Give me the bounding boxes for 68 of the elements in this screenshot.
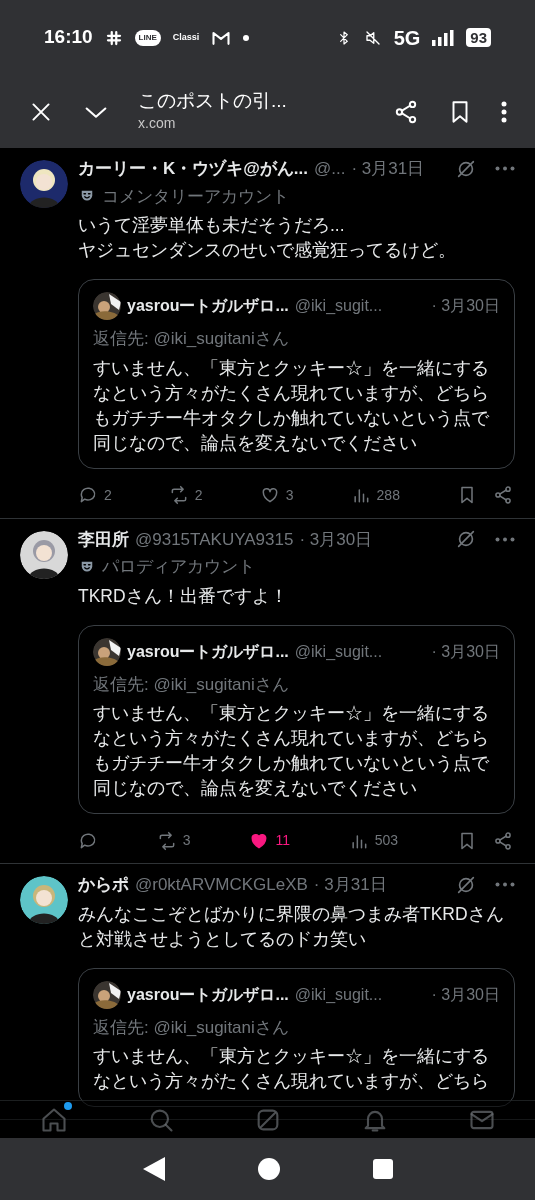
share-icon (493, 485, 513, 505)
post-text: TKRDさん！出番ですよ！ (78, 584, 289, 608)
share-icon (393, 98, 419, 125)
author-handle[interactable]: @... (314, 156, 346, 182)
more-icon[interactable] (495, 882, 515, 888)
post-date[interactable]: · 3月31日 (313, 872, 387, 898)
quoted-text: すいません、「東方とクッキー☆」を一緒にするなという方々がたくさん現れていますが、どちら (93, 1045, 490, 1093)
share-icon (492, 830, 513, 851)
reply-to: 返信先: @iki_sugitaniさん (93, 328, 290, 350)
author-name: yasrouートガルザロ... (127, 984, 289, 1005)
more-button[interactable] (501, 100, 507, 123)
views-button[interactable]: 288 (350, 484, 400, 506)
author-handle[interactable]: @9315TAKUYA9315 (135, 526, 294, 552)
author-name[interactable]: 李田所 (78, 526, 129, 552)
author-name[interactable]: カーリー・K・ウヅキ@がん... (78, 156, 309, 182)
account-label: パロディアカウント (102, 556, 255, 578)
author-handle[interactable]: @r0ktARVMCKGLeXB (135, 872, 308, 898)
post-date: · 3月30日 (431, 641, 500, 662)
quoted-post[interactable]: yasrouートガルザロ... @iki_sugit... · 3月30日 返信先: @iki_sugitaniさん すいません、「東方とクッキー☆」を一緒にするなという方々がたくさん現れていますが、どちらもガチチー牛オタクしか触れていないという点で同じなので、論点を変えないでください (78, 624, 515, 814)
quoted-post[interactable]: yasrouートガルザロ... @iki_sugit... · 3月30日 返信先: @iki_sugitaniさん すいません、「東方とクッキー☆」を一緒にするなという方々がたくさん現れていますが、どちら (78, 967, 515, 1107)
repost-button[interactable]: 2 (168, 484, 203, 506)
page-url: x.com (138, 114, 177, 133)
signal-icon (432, 29, 455, 46)
avatar[interactable] (20, 876, 68, 924)
post-date: · 3月30日 (431, 984, 500, 1005)
avatar[interactable] (93, 980, 121, 1009)
more-vertical-icon (501, 100, 507, 123)
post-date: · 3月30日 (431, 296, 500, 316)
hash-icon (104, 28, 123, 47)
network-type: 5G (393, 25, 421, 51)
avatar[interactable] (93, 292, 121, 320)
more-icon[interactable] (495, 166, 515, 172)
reply-to: 返信先: @iki_sugitaniさん (93, 673, 290, 696)
post-text: いうて淫夢単体も未だそうだろ... ヤジュセンダンスのせいで感覚狂ってるけど。 (78, 214, 457, 262)
avatar[interactable] (20, 160, 68, 208)
reply-to: 返信先: @iki_sugitaniさん (93, 1016, 290, 1039)
back-button[interactable] (142, 1157, 165, 1181)
post-date[interactable]: · 3月30日 (299, 526, 373, 552)
reply-button[interactable]: 2 (78, 484, 112, 506)
page-title: このポストの引... (138, 89, 288, 113)
like-button[interactable]: 11 (249, 830, 290, 851)
views-button[interactable]: 503 (348, 830, 399, 851)
account-label: コメンタリーアカウント (102, 185, 289, 208)
home-button[interactable] (257, 1158, 280, 1180)
author-handle: @iki_sugit... (294, 296, 383, 316)
author-handle: @iki_sugit... (294, 984, 383, 1005)
author-name: yasrouートガルザロ... (127, 641, 289, 662)
author-name: yasrouートガルザロ... (127, 296, 289, 316)
speech-bubble-icon (78, 485, 98, 505)
clock: 16:10 (44, 25, 93, 50)
quoted-text: すいません、「東方とクッキー☆」を一緒にするなという方々がたくさん現れていますが、どちらもガチチー牛オタクしか触れていないという点で同じなので、論点を変えないでください (93, 356, 490, 455)
like-button[interactable]: 3 (259, 484, 294, 506)
battery-indicator: 93 (466, 28, 491, 47)
triangle-icon (142, 1157, 165, 1181)
avatar[interactable] (93, 637, 121, 666)
share-button[interactable] (393, 98, 419, 125)
post-date[interactable]: · 3月31日 (351, 156, 425, 182)
more-icon[interactable] (495, 536, 515, 542)
author-name[interactable]: からポ (78, 872, 129, 898)
quoted-post[interactable]: yasrouートガルザロ... @iki_sugit... · 3月30日 返信先: @iki_sugitaniさん すいません、「東方とクッキー☆」を一緒にするなという方々がたくさん現れていますが、どちらもガチチー牛オタクしか触れていないという点で同じなので、論点を変えないでください (78, 279, 515, 469)
app-label: Classi (172, 30, 200, 44)
recents-button[interactable] (372, 1159, 393, 1179)
quoted-text: すいません、「東方とクッキー☆」を一緒にするなという方々がたくさん現れていますが、どちらもガチチー牛オタクしか触れていないという点で同じなので、論点を変えないでください (93, 702, 490, 800)
post-text: みんなここぞとばかりに界隈の鼻つまみ者TKRDさんと対戦させようとしてるのドカ笑い (78, 902, 505, 951)
author-handle: @iki_sugit... (294, 641, 383, 662)
repost-button[interactable]: 3 (156, 830, 191, 851)
avatar[interactable] (20, 530, 68, 579)
chat-bubble-icon: LINE (134, 29, 161, 46)
